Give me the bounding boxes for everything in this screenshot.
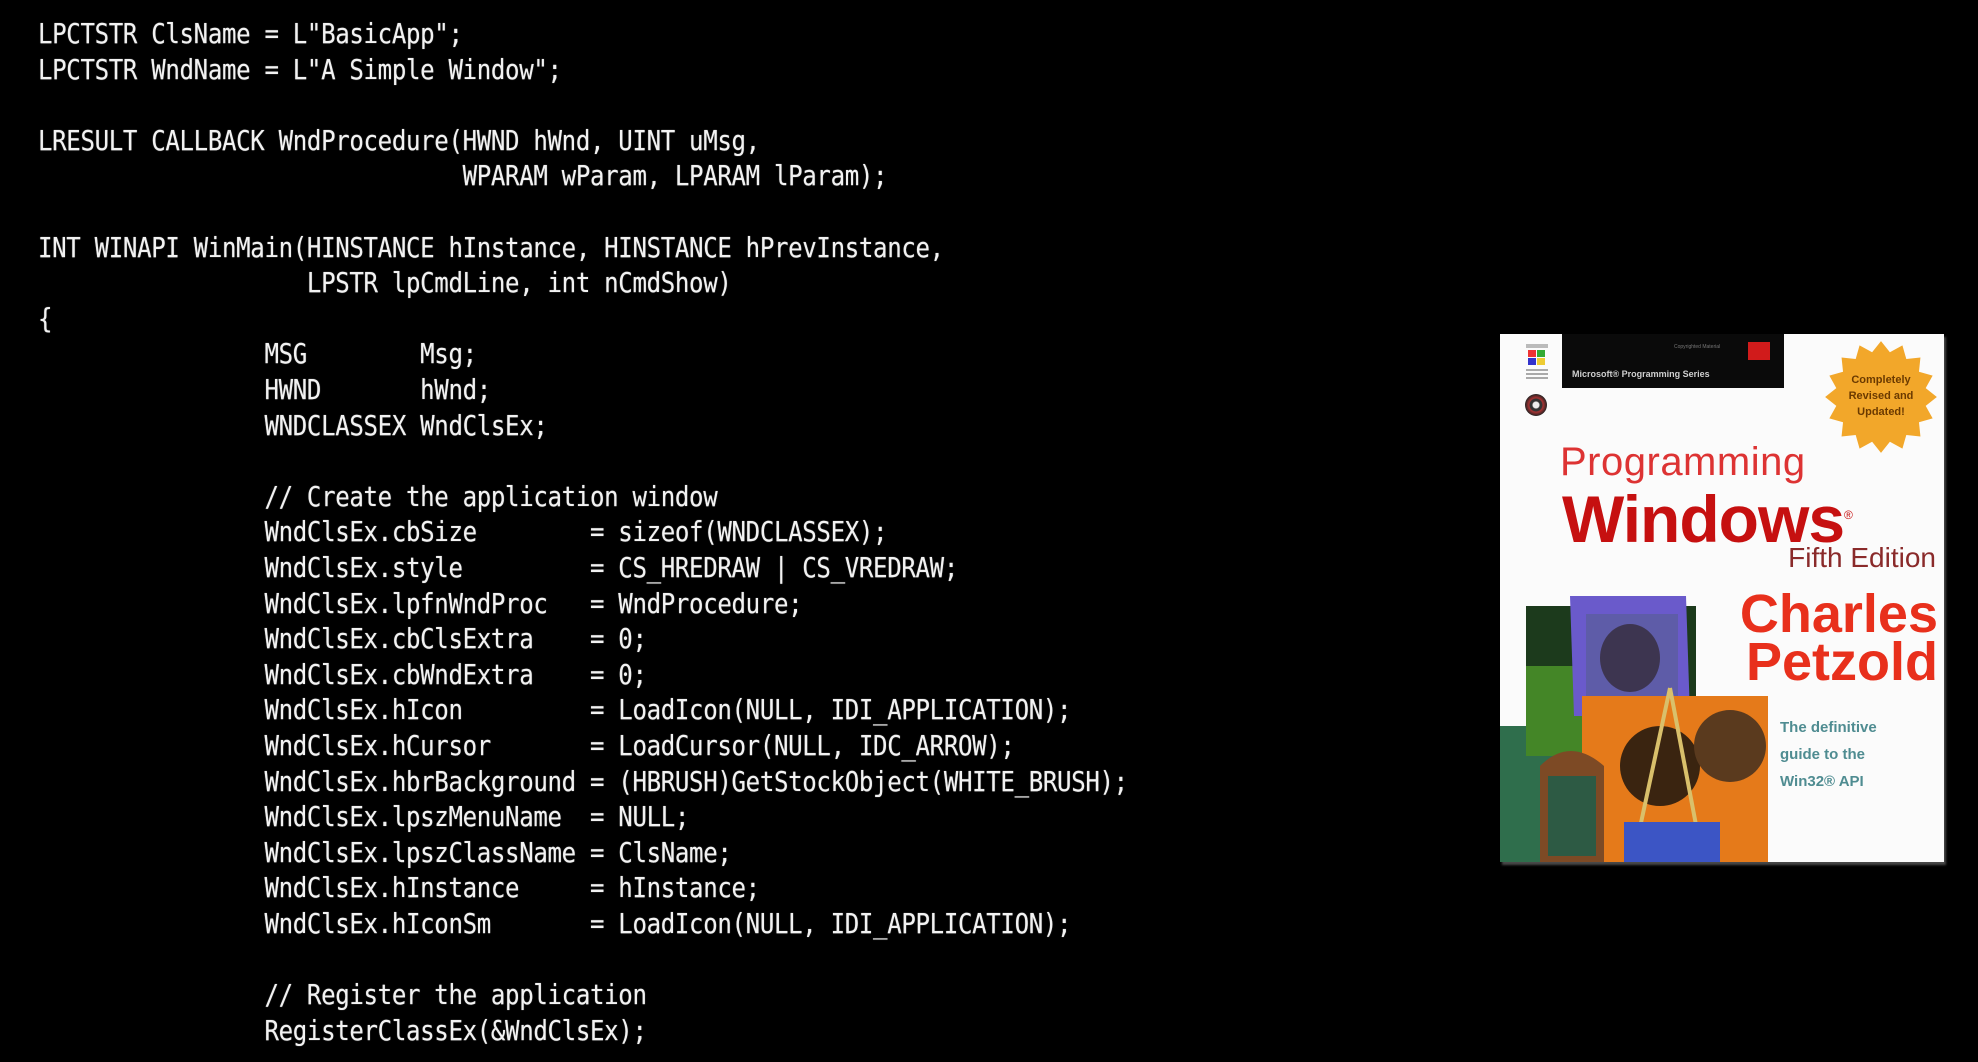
code-line: WndClsEx.lpfnWndProc = WndProcedure; bbox=[38, 586, 803, 620]
code-line: HWND hWnd; bbox=[38, 373, 491, 406]
code-line: WndClsEx.cbWndExtra = 0; bbox=[38, 657, 647, 691]
microsoft-press-logo-icon bbox=[1748, 342, 1770, 360]
code-line: WndClsEx.hInstance = hInstance; bbox=[38, 871, 760, 905]
title-line-1: Programming bbox=[1560, 440, 1806, 484]
code-line: MSG Msg; bbox=[38, 337, 477, 371]
code-line: LRESULT CALLBACK WndProcedure(HWND hWnd,… bbox=[38, 123, 760, 157]
series-name: Microsoft® Programming Series bbox=[1572, 369, 1710, 379]
code-comment-line: // Create the application window bbox=[38, 479, 718, 513]
badge-line: Completely bbox=[1851, 374, 1911, 386]
copyright-note: Copyrighted Material bbox=[1674, 344, 1721, 350]
code-line: LPSTR lpCmdLine, int nCmdShow) bbox=[38, 266, 732, 300]
code-line: WndClsEx.hbrBackground = (HBRUSH)GetStoc… bbox=[38, 764, 1128, 798]
code-line: INT WINAPI WinMain(HINSTANCE hInstance, … bbox=[38, 230, 944, 264]
tagline: The definitive guide to the Win32® API bbox=[1780, 714, 1877, 795]
windows-logo-icon bbox=[1526, 344, 1548, 379]
badge-line: Revised and bbox=[1848, 390, 1914, 402]
cover-collage-image bbox=[1500, 596, 1768, 862]
code-line: { bbox=[38, 301, 53, 335]
code-comment-line: // Register the application bbox=[38, 978, 647, 1012]
series-banner: Copyrighted Material Microsoft® Programm… bbox=[1562, 334, 1784, 388]
code-line: WndClsEx.cbSize = sizeof(WNDCLASSEX); bbox=[38, 515, 888, 549]
code-line: WndClsEx.lpszMenuName = NULL; bbox=[38, 800, 690, 834]
badge-line: Updated! bbox=[1857, 406, 1905, 418]
badge-text: Completely Revised and Updated! bbox=[1830, 372, 1932, 420]
code-line: WndClsEx.hIcon = LoadIcon(NULL, IDI_APPL… bbox=[38, 693, 1072, 727]
code-line: WndClsEx.hCursor = LoadCursor(NULL, IDC_… bbox=[38, 729, 1015, 762]
code-line: WNDCLASSEX WndClsEx; bbox=[38, 408, 548, 442]
author-first-name: Charles bbox=[1739, 584, 1938, 644]
tagline-line: The definitive bbox=[1780, 719, 1877, 736]
code-line: WndClsEx.style = CS_HREDRAW | CS_VREDRAW… bbox=[38, 551, 958, 584]
tagline-line: guide to the bbox=[1780, 746, 1865, 763]
code-line: WndClsEx.hIconSm = LoadIcon(NULL, IDI_AP… bbox=[38, 907, 1072, 940]
code-line: WndClsEx.cbClsExtra = 0; bbox=[38, 622, 647, 656]
author-name: Charles Petzold bbox=[1739, 584, 1938, 692]
code-line: LPCTSTR ClsName = L"BasicApp"; bbox=[38, 17, 463, 50]
book-cover: Copyrighted Material Microsoft® Programm… bbox=[1500, 334, 1944, 862]
code-line: WPARAM wParam, LPARAM lParam); bbox=[38, 159, 888, 193]
cd-rom-icon bbox=[1525, 394, 1547, 416]
tagline-line: Win32® API bbox=[1780, 773, 1864, 790]
author-last-name: Petzold bbox=[1745, 632, 1938, 692]
edition-label: Fifth Edition bbox=[1788, 542, 1936, 573]
code-line: RegisterClassEx(&WndClsEx); bbox=[38, 1013, 647, 1047]
code-line: WndClsEx.lpszClassName = ClsName; bbox=[38, 835, 732, 869]
code-line: LPCTSTR WndName = L"A Simple Window"; bbox=[38, 52, 562, 86]
registered-mark: ® bbox=[1844, 508, 1853, 522]
